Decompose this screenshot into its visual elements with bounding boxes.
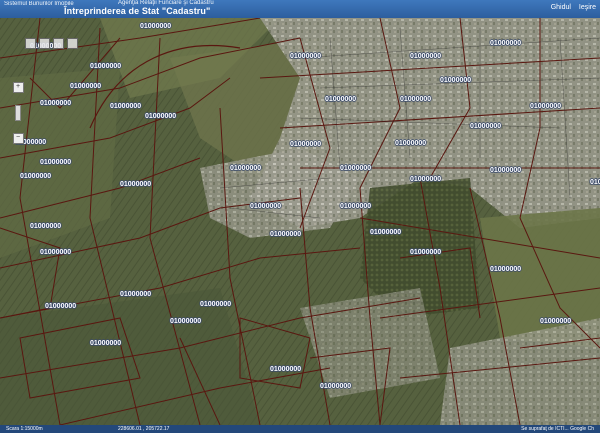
- parcel-label[interactable]: 01000000: [139, 22, 172, 31]
- parcel-label[interactable]: 01000000: [489, 166, 522, 175]
- parcel-label[interactable]: 01000000: [269, 230, 302, 239]
- parcel-label[interactable]: 01000000: [529, 102, 562, 111]
- parcel-label[interactable]: 01000000: [289, 52, 322, 61]
- parcel-label[interactable]: 01000000: [144, 112, 177, 121]
- parcel-label[interactable]: 01000000: [29, 222, 62, 231]
- status-bar: Scara 1:15000m 228606.01 , 205722.17 Se …: [0, 425, 600, 433]
- app-header: Sistemul Bunurilor Imobile Agenţia Relaţ…: [0, 0, 600, 18]
- parcel-label[interactable]: 01000000: [369, 228, 402, 237]
- parcel-label[interactable]: 01000000: [409, 52, 442, 61]
- zoom-box-button[interactable]: [39, 38, 50, 49]
- parcel-label[interactable]: 01000000: [249, 202, 282, 211]
- header-links: Ghidul Ieşire: [545, 4, 596, 11]
- parcel-label[interactable]: 01000000: [489, 39, 522, 48]
- measure-tool-button[interactable]: [53, 38, 64, 49]
- parcel-label[interactable]: 01000000: [89, 339, 122, 348]
- parcel-label[interactable]: 01000000: [39, 248, 72, 257]
- parcel-label[interactable]: 01000000: [199, 300, 232, 309]
- parcel-label[interactable]: 01000000: [109, 102, 142, 111]
- parcel-label[interactable]: 01000000: [409, 175, 442, 184]
- parcel-label[interactable]: 01000000: [119, 180, 152, 189]
- zoom-out-button[interactable]: −: [12, 133, 24, 144]
- zoom-control: + −: [12, 82, 24, 144]
- exit-link[interactable]: Ieşire: [579, 4, 596, 11]
- page-title: Întreprinderea de Stat "Cadastru": [64, 6, 211, 16]
- parcel-label[interactable]: 01000000: [469, 122, 502, 131]
- map-toolbar: [25, 38, 78, 49]
- parcel-label[interactable]: 01000000: [229, 164, 262, 173]
- parcel-label[interactable]: 01000000: [324, 95, 357, 104]
- cursor-coordinates: 228606.01 , 205722.17: [118, 426, 170, 432]
- parcel-label[interactable]: 01000000: [339, 202, 372, 211]
- help-link[interactable]: Ghidul: [551, 4, 571, 11]
- parcel-label[interactable]: 01000000: [19, 172, 52, 181]
- parcel-label[interactable]: 01000000: [539, 317, 572, 326]
- parcel-label[interactable]: 01000000: [39, 158, 72, 167]
- map-canvas[interactable]: 010000000100000001000000 0100000001000000…: [0, 18, 600, 425]
- cadastral-map[interactable]: 01000000 01000000 01000000 01000000 01000000…: [0, 18, 600, 425]
- zoom-in-button[interactable]: +: [12, 82, 24, 93]
- zoom-slider[interactable]: [15, 105, 21, 121]
- parcel-label[interactable]: 01000000: [89, 62, 122, 71]
- parcel-label[interactable]: 01000000: [169, 317, 202, 326]
- parcel-label[interactable]: 01000000: [69, 82, 102, 91]
- info-tool-button[interactable]: [67, 38, 78, 49]
- pan-tool-button[interactable]: [25, 38, 36, 49]
- parcel-label[interactable]: 01000000: [44, 302, 77, 311]
- parcel-label[interactable]: 01000000: [489, 265, 522, 274]
- parcel-label[interactable]: 01000000: [399, 95, 432, 104]
- parcel-label[interactable]: 01000000: [339, 164, 372, 173]
- imagery-attribution: Se suprafaţ de ICTI... Google Ch: [521, 426, 594, 432]
- parcel-label[interactable]: 01000000: [589, 178, 600, 187]
- parcel-label[interactable]: 01000000: [319, 382, 352, 391]
- parcel-label[interactable]: 01000000: [409, 248, 442, 257]
- parcel-label[interactable]: 01000000: [289, 140, 322, 149]
- parcel-label[interactable]: 01000000: [394, 139, 427, 148]
- map-scale: Scara 1:15000m: [6, 426, 43, 432]
- parcel-label[interactable]: 01000000: [39, 99, 72, 108]
- parcel-label[interactable]: 01000000: [269, 365, 302, 374]
- parcel-label[interactable]: 01000000: [439, 76, 472, 85]
- parcel-label[interactable]: 01000000: [119, 290, 152, 299]
